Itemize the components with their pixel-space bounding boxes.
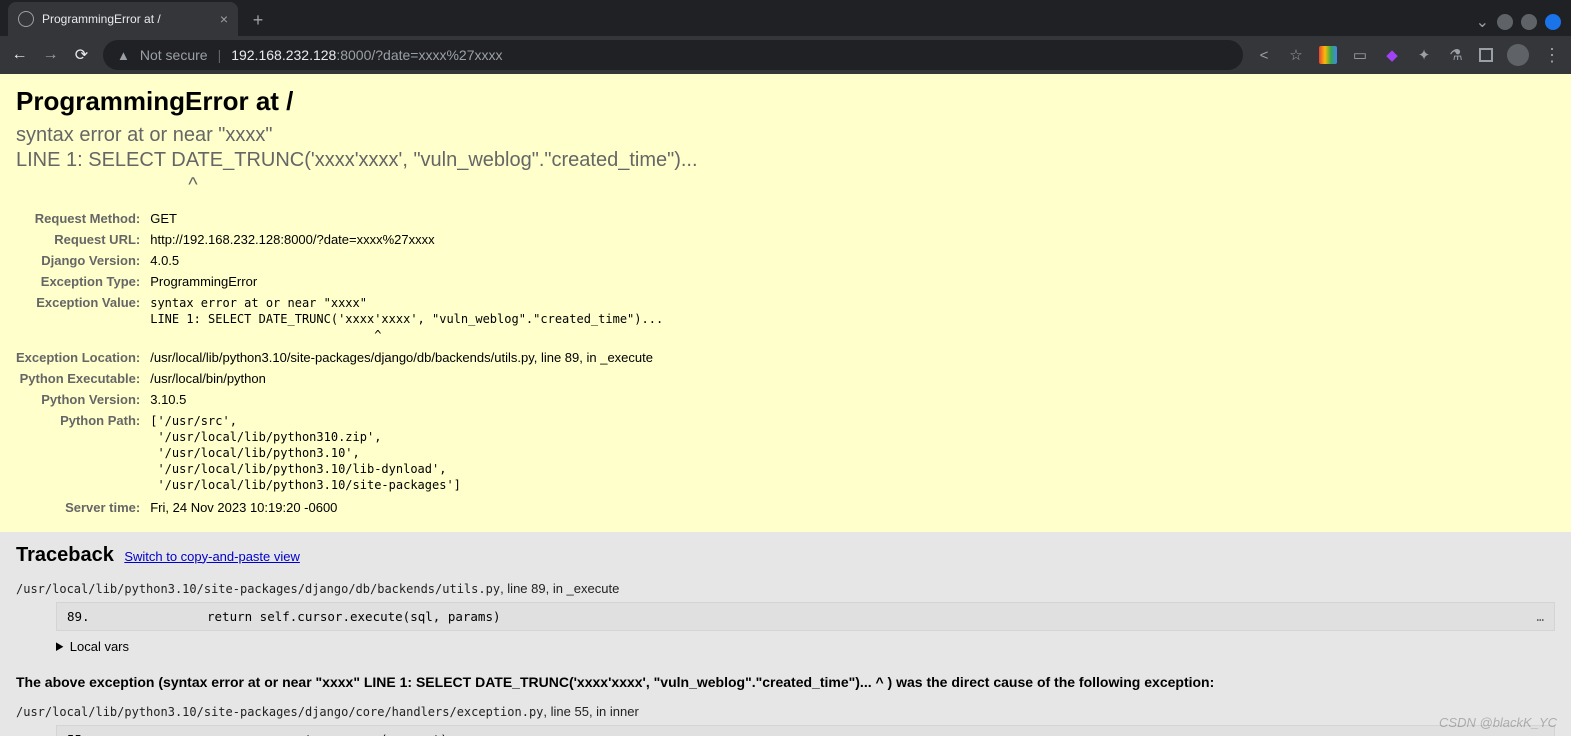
request-meta-table: Request Method:GET Request URL:http://19… [16, 208, 663, 518]
meta-value: syntax error at or near "xxxx" LINE 1: S… [150, 292, 663, 347]
omnibox[interactable]: ▲ Not secure | 192.168.232.128:8000/?dat… [103, 40, 1243, 70]
extension-grey-icon[interactable]: ▭ [1351, 46, 1369, 64]
exception-cause: The above exception (syntax error at or … [16, 674, 1555, 690]
url-host: 192.168.232.128 [231, 47, 336, 63]
traceback-heading: Traceback [16, 544, 114, 566]
flask-icon[interactable]: ⚗ [1447, 46, 1465, 64]
exception-value-pre: syntax error at or near "xxxx" LINE 1: S… [150, 295, 663, 344]
python-path-pre: ['/usr/src', '/usr/local/lib/python310.z… [150, 413, 663, 494]
frame-location: /usr/local/lib/python3.10/site-packages/… [16, 704, 1555, 719]
page-title: ProgrammingError at / [16, 86, 1555, 117]
meta-label: Django Version: [16, 250, 150, 271]
share-icon[interactable]: < [1255, 46, 1273, 64]
close-icon[interactable]: × [220, 11, 228, 27]
window-controls: ⌄ [1476, 12, 1571, 32]
exception-message: syntax error at or near "xxxx" LINE 1: S… [16, 123, 1555, 198]
meta-value: ['/usr/src', '/usr/local/lib/python310.z… [150, 410, 663, 497]
code-text: return self.cursor.execute(sql, params) [207, 609, 501, 624]
error-summary: ProgrammingError at / syntax error at or… [0, 74, 1571, 532]
meta-value: GET [150, 208, 663, 229]
line-number: 55. [67, 732, 207, 736]
new-tab-button[interactable]: + [244, 6, 272, 34]
menu-icon[interactable]: ⋮ [1543, 46, 1561, 64]
meta-value: /usr/local/bin/python [150, 368, 663, 389]
bookmark-icon[interactable]: ☆ [1287, 46, 1305, 64]
meta-value: Fri, 24 Nov 2023 10:19:20 -0600 [150, 497, 663, 518]
frame-code-line[interactable]: 55. response = get_response(request) … [56, 725, 1555, 736]
tab-title: ProgrammingError at / [42, 12, 161, 26]
panel-icon[interactable] [1479, 48, 1493, 62]
globe-icon [18, 11, 34, 27]
not-secure-label: Not secure [140, 47, 208, 63]
url-path: :8000/?date=xxxx%27xxxx [336, 47, 502, 63]
address-bar: ← → ⟳ ▲ Not secure | 192.168.232.128:800… [0, 36, 1571, 74]
window-max-icon[interactable] [1521, 14, 1537, 30]
page-content: ProgrammingError at / syntax error at or… [0, 74, 1571, 736]
meta-label: Request Method: [16, 208, 150, 229]
frame-file: /usr/local/lib/python3.10/site-packages/… [16, 582, 500, 596]
ellipsis-icon[interactable]: … [1536, 732, 1544, 736]
code-text: response = get_response(request) [207, 732, 448, 736]
extension-purple-icon[interactable]: ◆ [1383, 46, 1401, 64]
toolbar-right: < ☆ ▭ ◆ ✦ ⚗ ⋮ [1255, 44, 1561, 66]
local-vars-toggle[interactable]: Local vars [56, 639, 1555, 654]
reload-icon[interactable]: ⟳ [72, 45, 91, 65]
tab-strip: ProgrammingError at / × + ⌄ [0, 0, 1571, 36]
browser-tab[interactable]: ProgrammingError at / × [8, 2, 238, 36]
meta-label: Exception Type: [16, 271, 150, 292]
frame-file: /usr/local/lib/python3.10/site-packages/… [16, 705, 543, 719]
warning-icon: ▲ [117, 48, 130, 63]
separator: | [218, 47, 222, 63]
window-min-icon[interactable] [1497, 14, 1513, 30]
window-close-icon[interactable] [1545, 14, 1561, 30]
profile-avatar-icon[interactable] [1507, 44, 1529, 66]
meta-value: http://192.168.232.128:8000/?date=xxxx%2… [150, 229, 663, 250]
meta-label: Python Path: [16, 410, 150, 497]
watermark: CSDN @blackK_YC [1439, 715, 1557, 730]
extensions-icon[interactable]: ✦ [1415, 46, 1433, 64]
meta-value: 3.10.5 [150, 389, 663, 410]
ellipsis-icon[interactable]: … [1536, 609, 1544, 624]
browser-chrome: ProgrammingError at / × + ⌄ ← → ⟳ ▲ Not … [0, 0, 1571, 74]
meta-label: Exception Value: [16, 292, 150, 347]
frame-code-line[interactable]: 89. return self.cursor.execute(sql, para… [56, 602, 1555, 631]
frame-line-func: , line 89, in _execute [500, 581, 619, 596]
frame-line-func: , line 55, in inner [543, 704, 638, 719]
extension-rainbow-icon[interactable] [1319, 46, 1337, 64]
meta-label: Python Executable: [16, 368, 150, 389]
forward-icon[interactable]: → [41, 46, 60, 64]
line-number: 89. [67, 609, 207, 624]
frame-location: /usr/local/lib/python3.10/site-packages/… [16, 581, 1555, 596]
traceback-section: Traceback Switch to copy-and-paste view … [0, 532, 1571, 736]
meta-label: Server time: [16, 497, 150, 518]
meta-label: Python Version: [16, 389, 150, 410]
local-vars-label[interactable]: Local vars [56, 639, 1555, 654]
meta-value: /usr/local/lib/python3.10/site-packages/… [150, 347, 663, 368]
chevron-down-icon[interactable]: ⌄ [1476, 12, 1489, 32]
back-icon[interactable]: ← [10, 46, 29, 64]
switch-view-link[interactable]: Switch to copy-and-paste view [124, 549, 300, 564]
meta-value: ProgrammingError [150, 271, 663, 292]
meta-value: 4.0.5 [150, 250, 663, 271]
meta-label: Request URL: [16, 229, 150, 250]
meta-label: Exception Location: [16, 347, 150, 368]
